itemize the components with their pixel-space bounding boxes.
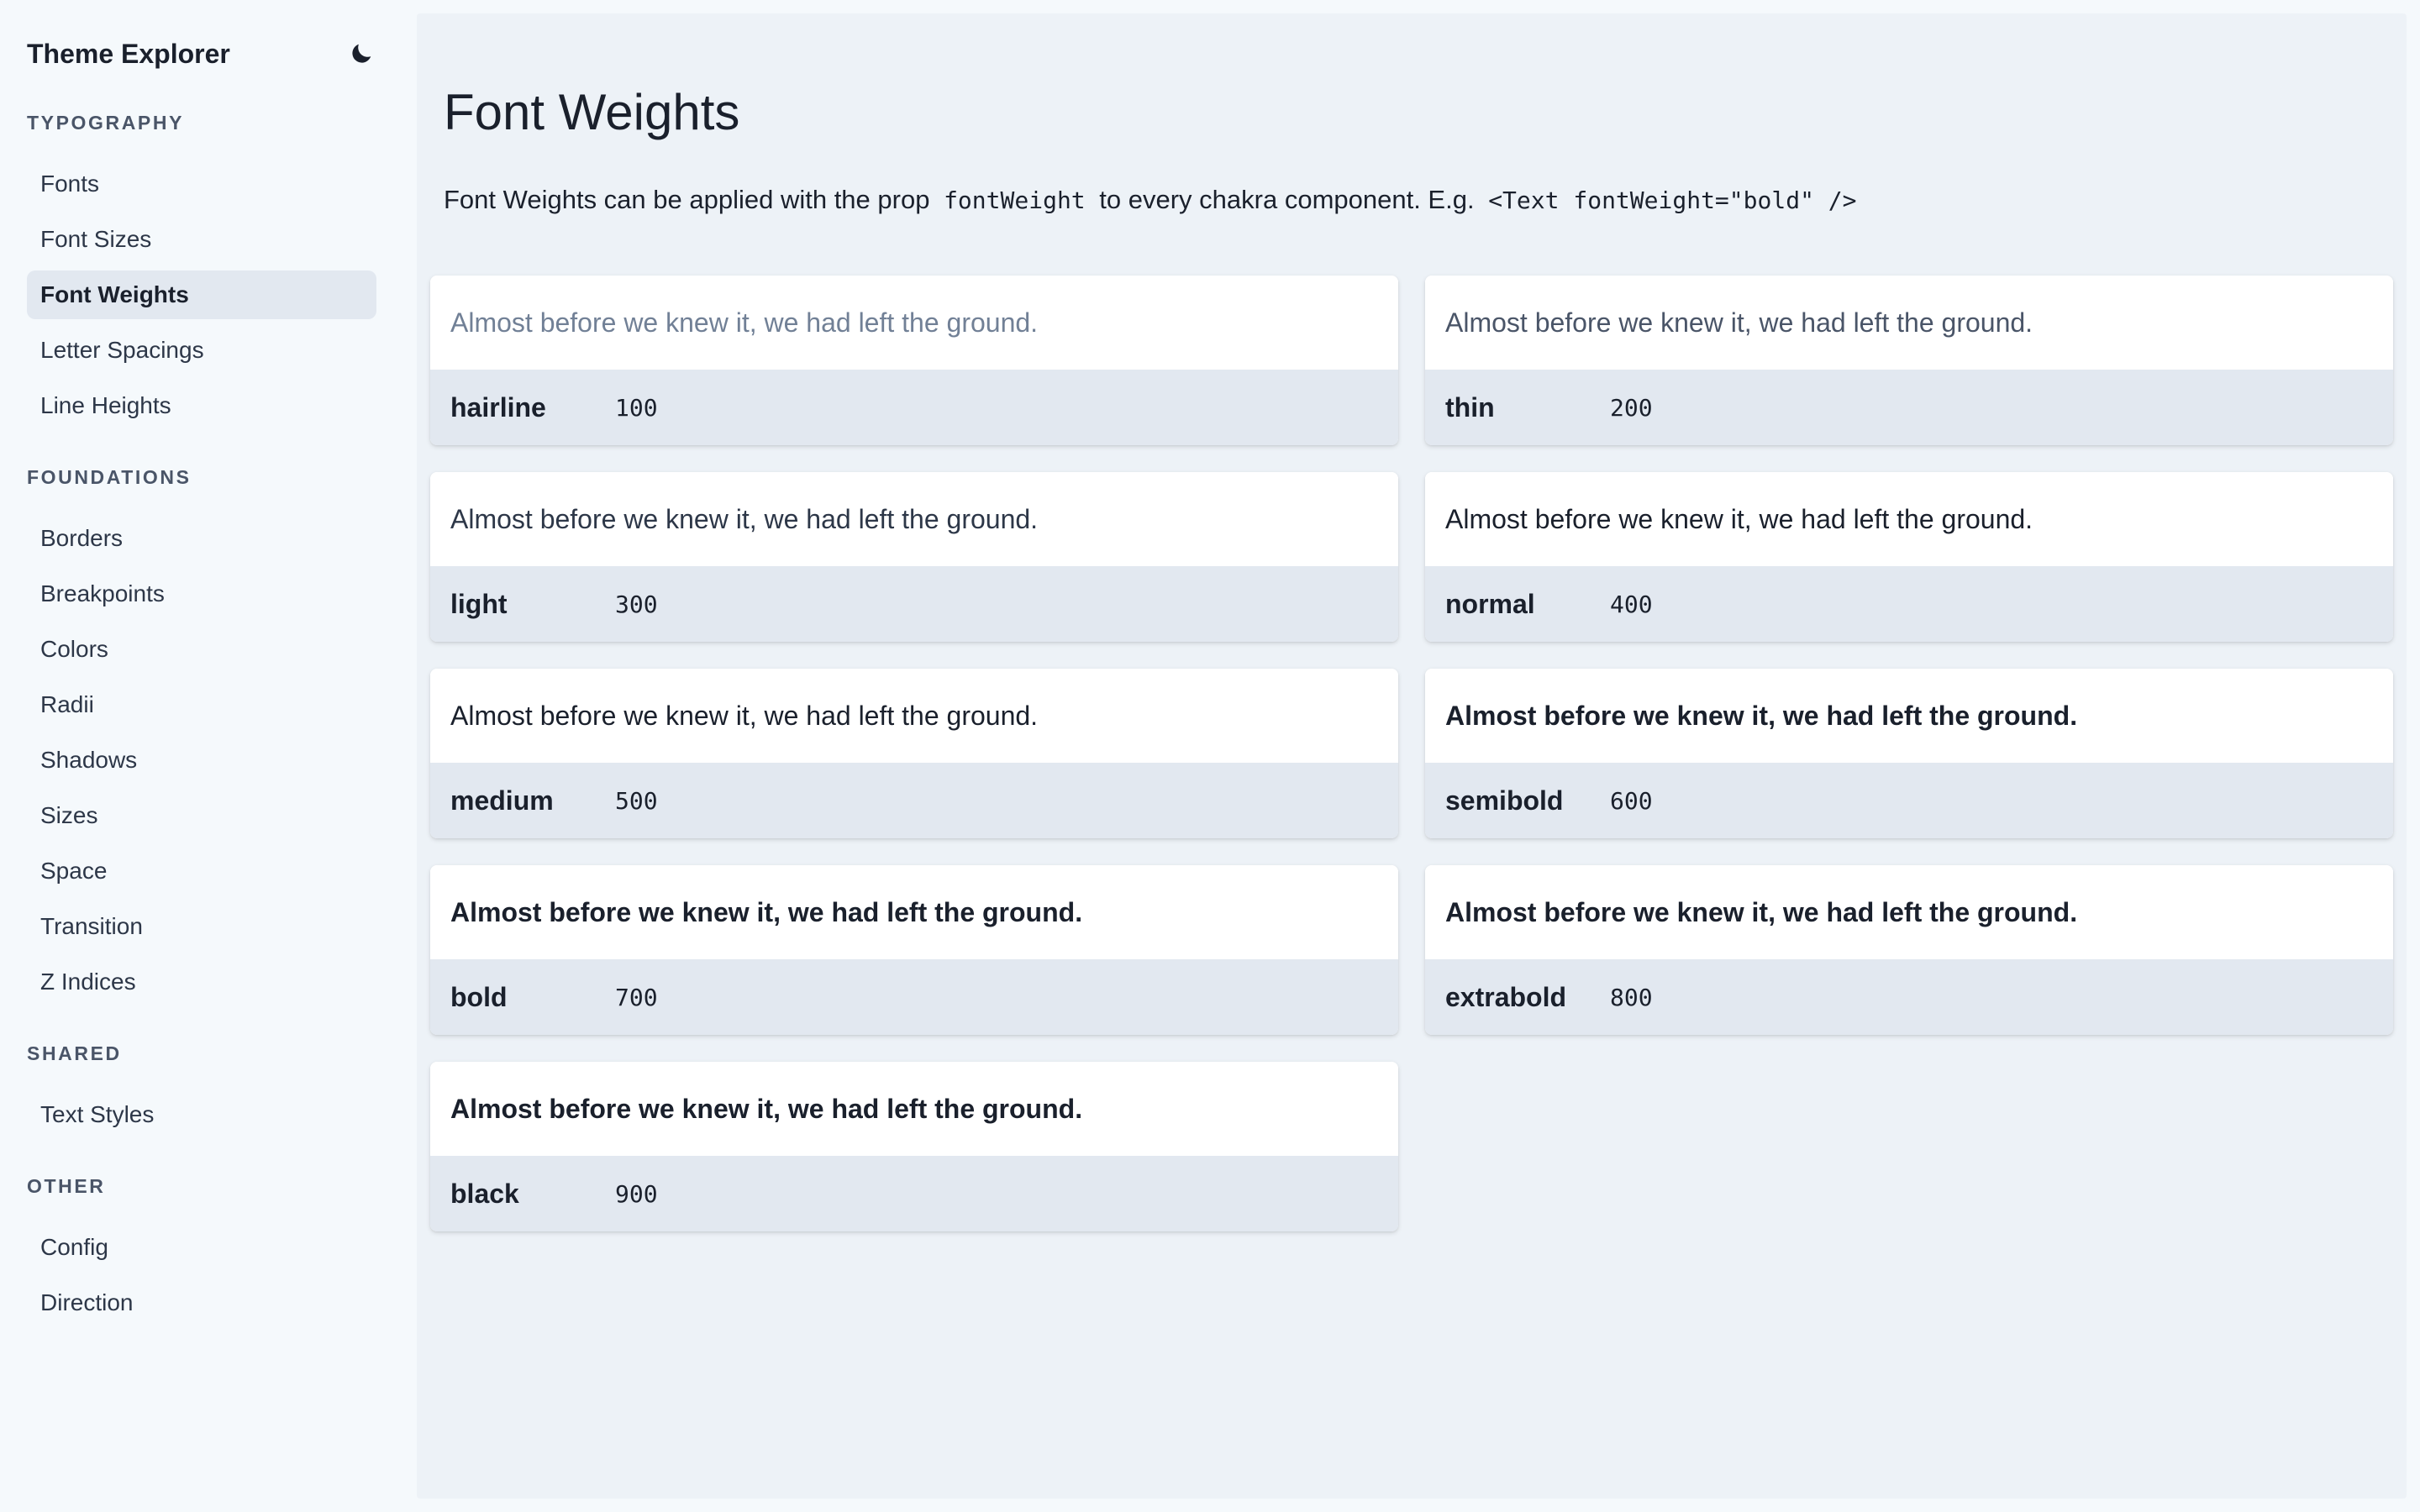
code-snippet-prop: fontWeight [944,186,1086,214]
description-text: to every chakra component. E.g. [1099,185,1475,214]
font-weight-card-normal: Almost before we knew it, we had left th… [1425,472,2393,642]
app-root: Theme Explorer Typography Fonts Font Siz… [0,0,2420,1512]
nav-group-shared: Shared Text Styles [27,1040,376,1146]
app-title: Theme Explorer [27,39,230,69]
nav-group-title: Typography [27,112,185,134]
nav-group-foundations: Foundations Borders Breakpoints Colors R… [27,464,376,1013]
weight-name: semibold [1445,785,1564,816]
sidebar-item-fonts[interactable]: Fonts [27,160,376,208]
sidebar-item-z-indices[interactable]: Z Indices [27,958,376,1006]
sample-text: Almost before we knew it, we had left th… [1425,865,2393,959]
font-weight-cards: Almost before we knew it, we had left th… [430,276,2393,1231]
sidebar-item-space[interactable]: Space [27,847,376,895]
weight-value: 200 [1610,393,1653,422]
weight-value: 800 [1610,983,1653,1011]
font-weight-card-bold: Almost before we knew it, we had left th… [430,865,1398,1035]
weight-name: thin [1445,391,1495,423]
weight-name: medium [450,785,554,816]
card-meta: thin 200 [1425,370,2393,445]
nav-group-typography: Typography Fonts Font Sizes Font Weights… [27,109,376,437]
card-meta: black 900 [430,1156,1398,1231]
sidebar-item-transition[interactable]: Transition [27,902,376,951]
main-content: Font Weights Font Weights can be applied… [417,13,2407,1499]
nav-group-title: Foundations [27,466,192,488]
font-weight-card-hairline: Almost before we knew it, we had left th… [430,276,1398,445]
sidebar-item-colors[interactable]: Colors [27,625,376,674]
moon-icon [352,44,371,63]
card-meta: extrabold 800 [1425,959,2393,1035]
weight-value: 300 [615,590,658,618]
weight-value: 900 [615,1179,658,1208]
sidebar-item-shadows[interactable]: Shadows [27,736,376,785]
nav-list: Text Styles [27,1090,376,1139]
card-meta: light 300 [430,566,1398,642]
sidebar-header: Theme Explorer [27,0,390,108]
color-mode-toggle-button[interactable] [334,27,388,81]
weight-value: 500 [615,786,658,815]
sample-text: Almost before we knew it, we had left th… [1425,669,2393,763]
font-weight-card-medium: Almost before we knew it, we had left th… [430,669,1398,838]
weight-name: black [450,1178,519,1209]
nav-group-title: Other [27,1175,106,1197]
sample-text: Almost before we knew it, we had left th… [1425,276,2393,370]
sidebar-item-borders[interactable]: Borders [27,514,376,563]
card-meta: bold 700 [430,959,1398,1035]
font-weight-card-semibold: Almost before we knew it, we had left th… [1425,669,2393,838]
sidebar-item-radii[interactable]: Radii [27,680,376,729]
nav-list: Borders Breakpoints Colors Radii Shadows… [27,514,376,1006]
nav-list: Fonts Font Sizes Font Weights Letter Spa… [27,160,376,430]
card-meta: semibold 600 [1425,763,2393,838]
page-description: Font Weights can be applied with the pro… [444,181,1864,219]
nav-group-other: Other Config Direction [27,1173,376,1334]
sidebar-item-config[interactable]: Config [27,1223,376,1272]
nav-list: Config Direction [27,1223,376,1327]
card-meta: medium 500 [430,763,1398,838]
sidebar-item-line-heights[interactable]: Line Heights [27,381,376,430]
weight-name: light [450,588,508,619]
weight-value: 600 [1610,786,1653,815]
description-text: Font Weights can be applied with the pro… [444,185,930,214]
sidebar-item-font-weights[interactable]: Font Weights [27,270,376,319]
sidebar-item-letter-spacings[interactable]: Letter Spacings [27,326,376,375]
weight-name: extrabold [1445,981,1567,1012]
sidebar: Theme Explorer Typography Fonts Font Siz… [0,0,417,1512]
font-weight-card-extrabold: Almost before we knew it, we had left th… [1425,865,2393,1035]
weight-value: 400 [1610,590,1653,618]
card-meta: normal 400 [1425,566,2393,642]
font-weight-card-black: Almost before we knew it, we had left th… [430,1062,1398,1231]
weight-value: 100 [615,393,658,422]
sample-text: Almost before we knew it, we had left th… [430,669,1398,763]
page-title: Font Weights [444,84,740,140]
sidebar-item-font-sizes[interactable]: Font Sizes [27,215,376,264]
sample-text: Almost before we knew it, we had left th… [1425,472,2393,566]
sidebar-item-text-styles[interactable]: Text Styles [27,1090,376,1139]
sample-text: Almost before we knew it, we had left th… [430,276,1398,370]
weight-name: normal [1445,588,1535,619]
font-weight-card-thin: Almost before we knew it, we had left th… [1425,276,2393,445]
font-weight-card-light: Almost before we knew it, we had left th… [430,472,1398,642]
weight-name: hairline [450,391,546,423]
code-snippet-example: <Text fontWeight="bold" /> [1488,186,1857,214]
weight-name: bold [450,981,508,1012]
card-meta: hairline 100 [430,370,1398,445]
sample-text: Almost before we knew it, we had left th… [430,472,1398,566]
sidebar-item-sizes[interactable]: Sizes [27,791,376,840]
sample-text: Almost before we knew it, we had left th… [430,865,1398,959]
sidebar-item-direction[interactable]: Direction [27,1278,376,1327]
sidebar-item-breakpoints[interactable]: Breakpoints [27,570,376,618]
sample-text: Almost before we knew it, we had left th… [430,1062,1398,1156]
weight-value: 700 [615,983,658,1011]
nav-group-title: Shared [27,1042,122,1064]
